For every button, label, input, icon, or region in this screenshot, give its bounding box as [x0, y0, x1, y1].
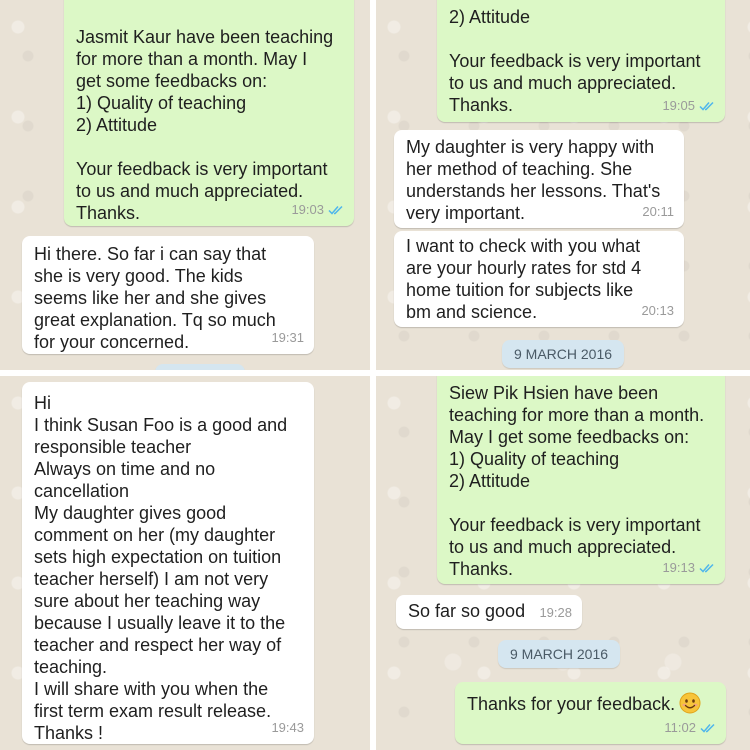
incoming-message[interactable]: Hi there. So far i can say that she is v… [22, 236, 314, 354]
message-time: 19:05 [662, 98, 695, 113]
outgoing-message[interactable]: Thanks for your feedback. 11:02 [455, 682, 726, 744]
outgoing-message[interactable]: Siew Pik Hsien have been teaching for mo… [437, 376, 725, 584]
message-time: 19:03 [291, 202, 324, 217]
read-ticks-icon [699, 101, 714, 111]
message-meta: 20:13 [641, 300, 674, 322]
outgoing-message[interactable]: Jasmit Kaur have been teaching for more … [64, 0, 354, 226]
date-divider: 9 MARCH 2016 [502, 340, 625, 368]
read-ticks-icon [700, 723, 715, 733]
message-text: Jasmit Kaur have been teaching for more … [76, 27, 334, 223]
message-meta: 11:02 [664, 717, 716, 739]
message-time: 19:43 [271, 720, 304, 735]
message-meta: 20:11 [642, 201, 674, 223]
chat-panel-top-right: 2) Attitude Your feedback is very import… [376, 0, 750, 370]
message-time: 19:31 [271, 330, 304, 345]
chat-panel-bottom-left: Hi I think Susan Foo is a good and respo… [0, 376, 370, 750]
chat-panel-top-left: Jasmit Kaur have been teaching for more … [0, 0, 370, 370]
message-text: Hi there. So far i can say that she is v… [34, 244, 276, 352]
message-time: 20:13 [641, 303, 674, 318]
outgoing-message[interactable]: 2) Attitude Your feedback is very import… [437, 0, 725, 122]
date-divider: 9 MARCH 2016 [498, 640, 621, 668]
message-text: Siew Pik Hsien have been teaching for mo… [449, 383, 705, 579]
read-ticks-icon [328, 205, 343, 215]
message-time: 20:11 [642, 204, 674, 219]
message-meta: 19:43 [271, 717, 304, 739]
message-text: Thanks for your feedback. [467, 692, 714, 715]
message-time: 19:13 [662, 560, 695, 575]
message-text: Hi I think Susan Foo is a good and respo… [34, 393, 288, 743]
message-text-content: Thanks for your feedback. [467, 694, 676, 714]
incoming-message[interactable]: My daughter is very happy with her metho… [394, 130, 684, 228]
message-meta: 19:31 [271, 327, 304, 349]
date-divider-partial [155, 364, 245, 370]
chat-panel-bottom-right: Siew Pik Hsien have been teaching for mo… [376, 376, 750, 750]
message-meta: 19:13 [662, 557, 715, 579]
smiling-face-icon [679, 692, 701, 714]
message-text: My daughter is very happy with her metho… [406, 137, 661, 223]
message-time: 11:02 [664, 720, 696, 735]
incoming-message[interactable]: Hi I think Susan Foo is a good and respo… [22, 382, 314, 744]
incoming-message[interactable]: So far so good 19:28 [396, 595, 582, 629]
message-meta: 19:28 [539, 602, 572, 624]
message-text: I want to check with you what are your h… [406, 236, 642, 322]
message-meta: 19:03 [291, 199, 344, 221]
message-time: 19:28 [539, 605, 572, 620]
message-meta: 19:05 [662, 95, 715, 117]
read-ticks-icon [699, 563, 714, 573]
incoming-message[interactable]: I want to check with you what are your h… [394, 231, 684, 327]
